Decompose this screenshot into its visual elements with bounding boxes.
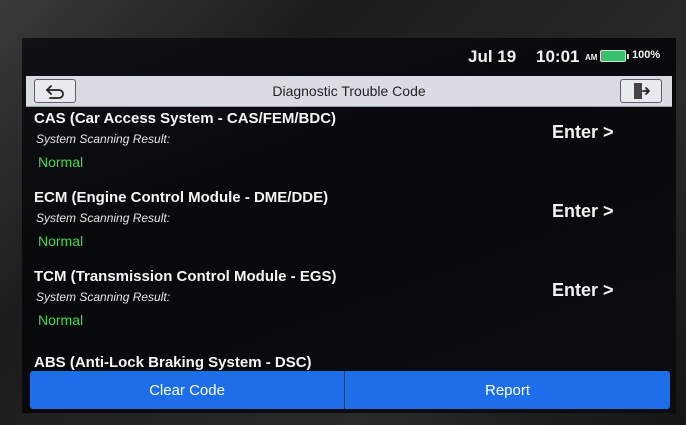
enter-button[interactable]: Enter >: [552, 280, 614, 301]
scan-result-value: Normal: [38, 154, 84, 170]
scan-result-label: System Scanning Result:: [36, 132, 171, 146]
scan-result-value: Normal: [38, 312, 84, 328]
exit-icon: [634, 83, 650, 99]
system-name: ECM (Engine Control Module - DME/DDE): [34, 189, 329, 206]
system-row-ecm[interactable]: ECM (Engine Control Module - DME/DDE) Sy…: [22, 189, 676, 267]
scan-result-label: System Scanning Result:: [36, 290, 171, 304]
enter-button[interactable]: Enter >: [552, 122, 614, 143]
status-time: 10:01: [536, 47, 580, 66]
report-button[interactable]: Report: [345, 371, 670, 409]
system-name: ABS (Anti-Lock Braking System - DSC): [34, 354, 312, 371]
scan-result-value: Normal: [38, 233, 84, 249]
system-row-cas[interactable]: CAS (Car Access System - CAS/FEM/BDC) Sy…: [22, 110, 676, 188]
device-screen: Jul 19 10:01 AM 100% Diagnostic Trouble …: [22, 38, 676, 413]
system-name: CAS (Car Access System - CAS/FEM/BDC): [34, 110, 337, 127]
title-bar: Diagnostic Trouble Code: [26, 76, 672, 107]
status-ampm: AM: [585, 53, 598, 62]
status-bar: Jul 19 10:01 AM 100%: [22, 38, 676, 76]
battery-icon: [600, 50, 629, 62]
system-name: TCM (Transmission Control Module - EGS): [34, 268, 337, 285]
enter-button[interactable]: Enter >: [552, 201, 614, 222]
status-date: Jul 19: [468, 47, 517, 66]
scan-result-label: System Scanning Result:: [36, 211, 171, 225]
bottom-action-bar: Clear Code Report: [30, 371, 670, 409]
clear-code-button[interactable]: Clear Code: [30, 371, 345, 409]
battery-level: 100%: [632, 49, 661, 61]
exit-button[interactable]: [620, 79, 662, 103]
system-row-abs[interactable]: ABS (Anti-Lock Braking System - DSC): [22, 346, 676, 372]
page-title: Diagnostic Trouble Code: [272, 83, 426, 99]
system-row-tcm[interactable]: TCM (Transmission Control Module - EGS) …: [22, 268, 676, 346]
